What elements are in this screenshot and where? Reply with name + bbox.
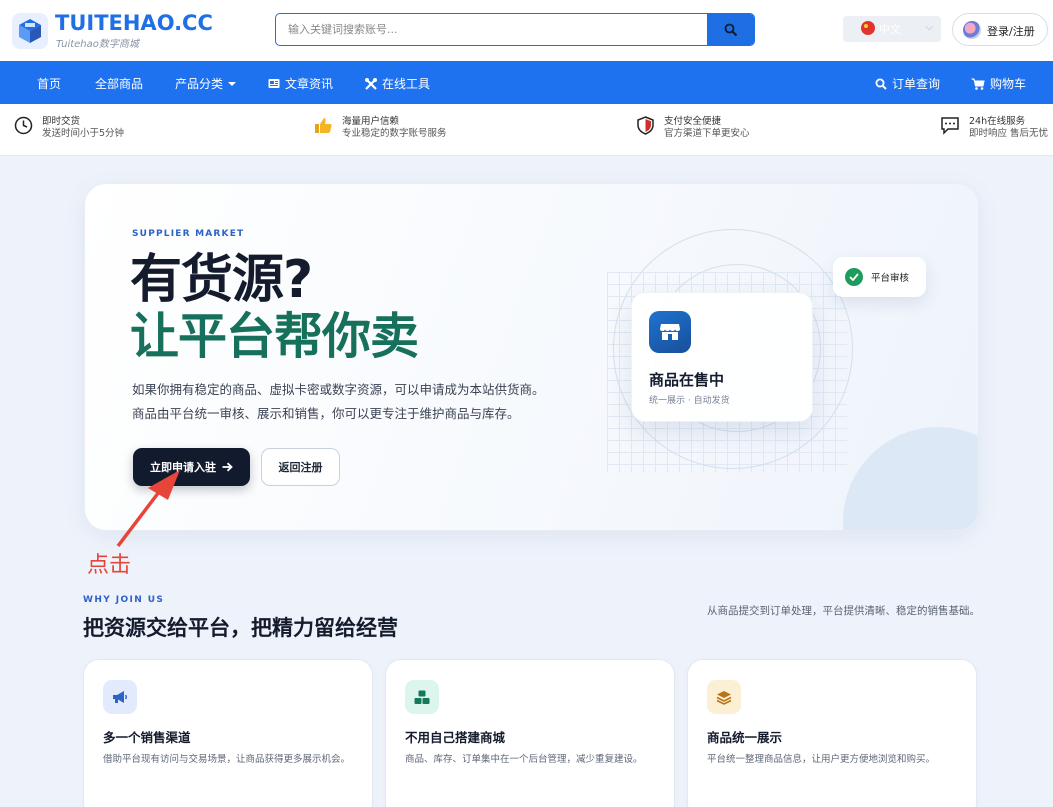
feature-desc: 专业稳定的数字账号服务 — [342, 128, 447, 139]
benefit-desc: 商品、库存、订单集中在一个后台管理，减少重复建设。 — [405, 754, 643, 765]
login-label: 登录/注册 — [987, 25, 1035, 38]
on-sale-card: 商品在售中 统一展示 · 自动发货 — [631, 292, 813, 422]
why-eyebrow: WHY JOIN US — [83, 595, 165, 605]
check-icon — [845, 268, 863, 286]
chat-icon — [941, 117, 959, 135]
annotation-label: 点击 — [87, 553, 132, 578]
why-title: 把资源交给平台，把精力留给经营 — [83, 616, 398, 640]
clock-icon — [14, 116, 33, 135]
login-register-button[interactable]: 登录/注册 — [952, 13, 1048, 46]
feature-desc: 发送时间小于5分钟 — [42, 128, 125, 139]
feature-item: 海量用户信赖 专业稳定的数字账号服务 — [314, 116, 447, 140]
search-icon — [724, 23, 737, 36]
search-input[interactable] — [276, 14, 706, 44]
arrow-right-icon — [222, 462, 233, 472]
benefit-desc: 平台统一整理商品信息，让用户更方便地浏览和购买。 — [707, 754, 936, 765]
benefit-title: 不用自己搭建商城 — [405, 730, 506, 745]
language-label: 中文 — [879, 23, 901, 36]
nav-label: 文章资讯 — [285, 77, 334, 91]
nav-item-all-products[interactable]: 全部商品 — [95, 75, 143, 92]
search-icon — [875, 78, 887, 90]
feature-strip: 即时交货 发送时间小于5分钟 海量用户信赖 专业稳定的数字账号服务 支付安全便捷 官方… — [0, 104, 1053, 156]
hero-desc-line: 商品由平台统一审核、展示和销售，你可以更专注于维护商品与库存。 — [132, 406, 520, 421]
decorative-blob — [843, 427, 978, 530]
platform-review-badge: 平台审核 — [833, 257, 926, 297]
nav-label: 全部商品 — [95, 77, 144, 91]
language-select[interactable]: 中文 ⌵ — [843, 16, 941, 42]
shield-icon — [637, 116, 654, 135]
hero-desc-line: 如果你拥有稳定的商品、虚拟卡密或数字资源，可以申请成为本站供货商。 — [132, 382, 545, 397]
nav-item-cart[interactable]: 购物车 — [971, 75, 1026, 92]
hero-heading: 有货源? — [130, 250, 313, 310]
caret-down-icon — [228, 81, 237, 86]
hero-eyebrow: SUPPLIER MARKET — [132, 229, 245, 239]
benefit-title: 商品统一展示 — [707, 730, 783, 745]
nav-label: 购物车 — [990, 77, 1027, 91]
why-description: 从商品提交到订单处理，平台提供清晰、稳定的销售基础。 — [707, 605, 980, 617]
benefit-card: 商品统一展示 平台统一整理商品信息，让用户更方便地浏览和购买。 — [687, 659, 977, 807]
nav-item-articles[interactable]: 文章资讯 — [268, 75, 333, 92]
nav-label: 订单查询 — [892, 77, 941, 91]
thumbs-up-icon — [315, 118, 332, 133]
feature-item: 24h在线服务 即时响应 售后无忧 — [940, 116, 1048, 140]
feature-item: 即时交货 发送时间小于5分钟 — [14, 116, 124, 140]
store-icon — [649, 311, 691, 353]
benefit-title: 多一个销售渠道 — [103, 730, 191, 745]
search-button[interactable] — [707, 14, 754, 45]
badge-label: 平台审核 — [871, 273, 910, 284]
article-icon — [268, 79, 280, 88]
main-nav: 首页 全部商品 产品分类 文章资讯 在线工具 订单查询 购物车 — [0, 61, 1053, 104]
layers-icon — [707, 680, 741, 714]
feature-title: 即时交货 — [42, 116, 81, 127]
cart-icon — [971, 78, 985, 90]
feature-item: 支付安全便捷 官方渠道下单更安心 — [636, 116, 750, 140]
nav-item-home[interactable]: 首页 — [37, 75, 61, 92]
logo-icon[interactable] — [12, 13, 48, 49]
benefit-desc: 借助平台现有访问与交易场景，让商品获得更多展示机会。 — [103, 754, 351, 765]
tools-icon — [365, 77, 377, 90]
cubes-icon — [405, 680, 439, 714]
avatar-icon — [963, 21, 981, 39]
benefit-card: 多一个销售渠道 借助平台现有访问与交易场景，让商品获得更多展示机会。 — [83, 659, 373, 807]
chevron-down-icon: ⌵ — [925, 22, 933, 33]
nav-item-categories[interactable]: 产品分类 — [175, 75, 237, 92]
china-flag-icon — [861, 21, 875, 35]
nav-label: 首页 — [37, 77, 62, 91]
on-sale-title: 商品在售中 — [649, 371, 725, 389]
top-header: TUITEHAO.CC Tuitehao数字商城 中文 ⌵ 登录/注册 — [0, 0, 1053, 61]
hero-heading-accent: 让平台帮你卖 — [130, 308, 419, 365]
supplier-hero-card: SUPPLIER MARKET 有货源? 让平台帮你卖 如果你拥有稳定的商品、虚… — [84, 183, 979, 531]
back-to-register-button[interactable]: 返回注册 — [261, 448, 340, 486]
nav-label: 在线工具 — [382, 77, 431, 91]
nav-item-tools[interactable]: 在线工具 — [365, 75, 430, 92]
search-bar — [275, 13, 755, 46]
feature-desc: 即时响应 售后无忧 — [969, 128, 1049, 139]
hero-description: 如果你拥有稳定的商品、虚拟卡密或数字资源，可以申请成为本站供货商。 商品由平台统… — [132, 378, 572, 426]
feature-title: 24h在线服务 — [969, 116, 1026, 127]
nav-item-order-lookup[interactable]: 订单查询 — [875, 75, 940, 92]
feature-title: 支付安全便捷 — [664, 116, 722, 127]
feature-desc: 官方渠道下单更安心 — [664, 128, 750, 139]
annotation-arrow-icon — [116, 470, 180, 548]
nav-label: 产品分类 — [175, 77, 224, 91]
benefit-card: 不用自己搭建商城 商品、库存、订单集中在一个后台管理，减少重复建设。 — [385, 659, 675, 807]
brand-subtitle: Tuitehao数字商城 — [56, 39, 139, 50]
on-sale-subtitle: 统一展示 · 自动发货 — [649, 396, 730, 406]
brand-title[interactable]: TUITEHAO.CC — [55, 11, 213, 35]
megaphone-icon — [103, 680, 137, 714]
feature-title: 海量用户信赖 — [342, 116, 400, 127]
